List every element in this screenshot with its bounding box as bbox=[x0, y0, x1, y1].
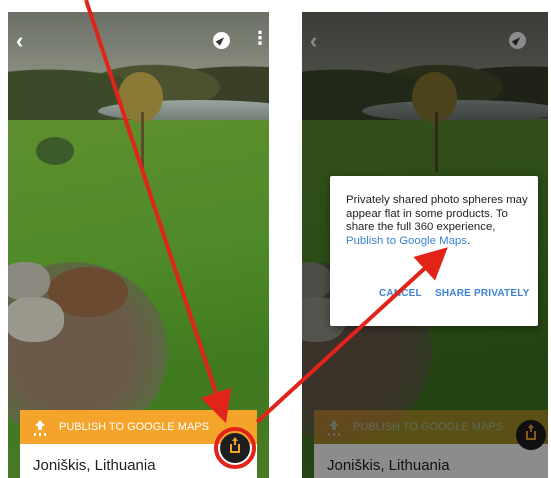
arrow-to-share-button bbox=[84, 0, 232, 424]
arrow-to-publish-link bbox=[255, 247, 448, 424]
annotation-arrows bbox=[84, 0, 448, 424]
